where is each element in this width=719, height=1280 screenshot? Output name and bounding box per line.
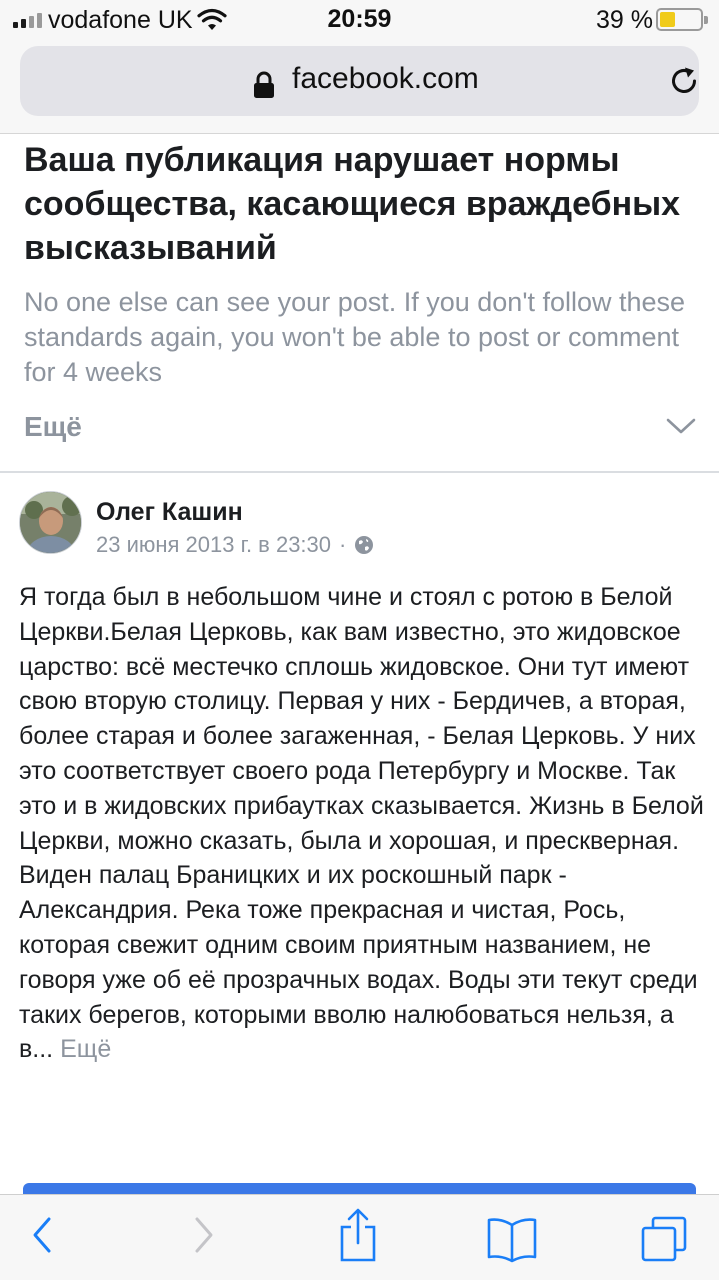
meta-separator: · <box>339 532 347 557</box>
post-text: Я тогда был в небольшом чине и стоял с р… <box>19 583 704 1064</box>
address-bar[interactable]: facebook.com <box>20 46 699 116</box>
lock-icon <box>254 71 274 98</box>
share-icon[interactable] <box>337 1207 379 1263</box>
post-body: Я тогда был в небольшом чине и стоял с р… <box>19 580 709 1067</box>
post-meta: 23 июня 2013 г. в 23:30 · <box>96 532 374 558</box>
browser-address-area: facebook.com <box>0 40 719 134</box>
browser-toolbar <box>0 1194 719 1280</box>
post-author[interactable]: Олег Кашин <box>96 498 243 527</box>
battery-percent: 39 % <box>596 6 653 34</box>
avatar-photo <box>20 492 81 553</box>
notice-body: No one else can see your post. If you do… <box>24 287 686 387</box>
notice-more-link[interactable]: Ещё <box>24 411 82 443</box>
status-bar: vodafone UK 20:59 39 % <box>0 0 719 40</box>
tabs-icon[interactable] <box>640 1215 688 1263</box>
chevron-down-icon[interactable] <box>666 417 696 435</box>
bookmarks-icon[interactable] <box>486 1217 538 1263</box>
url-text[interactable]: facebook.com <box>292 62 479 96</box>
notice-title: Ваша публикация нарушает нормы сообществ… <box>24 141 681 267</box>
globe-icon <box>355 536 374 554</box>
back-arrow-icon[interactable] <box>30 1215 54 1255</box>
forward-arrow-icon[interactable] <box>192 1215 216 1255</box>
battery-icon <box>656 8 708 31</box>
author-avatar[interactable] <box>19 491 82 554</box>
section-divider <box>0 471 719 473</box>
reload-icon[interactable] <box>668 65 700 97</box>
battery-level <box>660 12 675 27</box>
post-timestamp[interactable]: 23 июня 2013 г. в 23:30 <box>96 532 331 558</box>
post-more-link[interactable]: Ещё <box>60 1035 111 1063</box>
